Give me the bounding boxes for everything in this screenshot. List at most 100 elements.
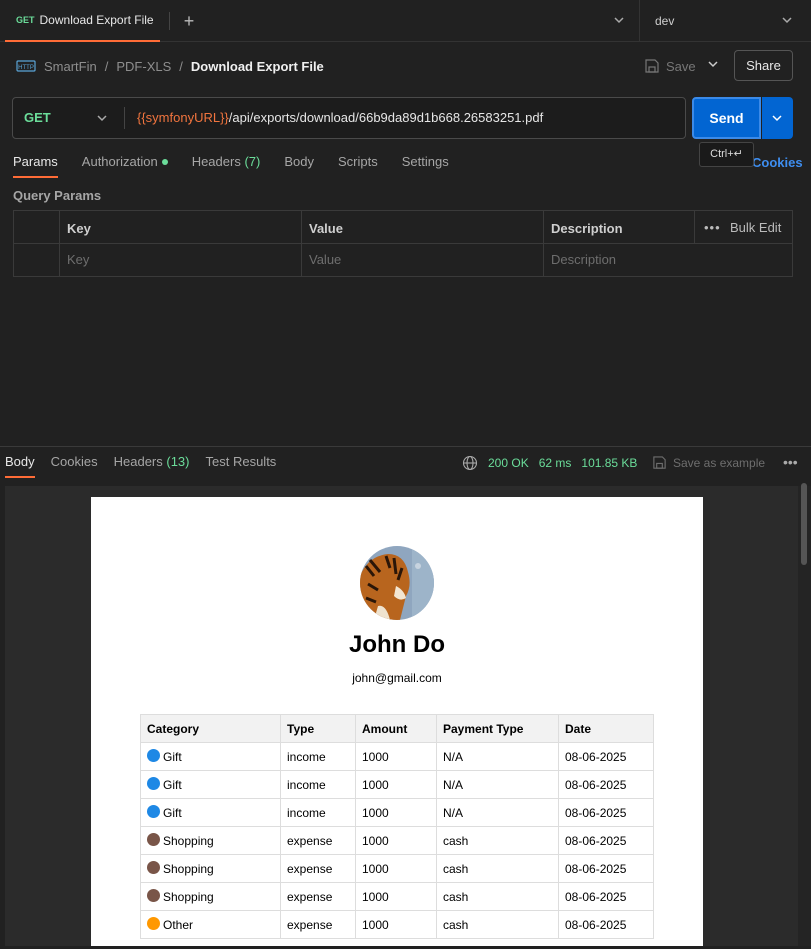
tab-authorization[interactable]: Authorization [82,150,168,178]
new-tab-plus-icon[interactable]: + [181,11,197,31]
query-params-table: Key Key Value Value Description Descript… [13,210,793,277]
url-input[interactable]: {{symfonyURL}}/api/exports/download/66b9… [137,110,543,125]
key-input[interactable]: Key [67,252,89,267]
cell-text: 08-06-2025 [565,749,627,764]
svg-text:HTTP: HTTP [18,65,34,71]
cell-payment: cash [436,826,559,855]
tab-label: Scripts [337,154,378,169]
pane-divider[interactable] [0,446,811,447]
cell-text: 1000 [362,805,389,820]
url-path: /api/exports/download/66b9da89d1b668.265… [228,110,544,125]
url-bar: GET {{symfonyURL}}/api/exports/download/… [12,97,686,139]
cell-text: 08-06-2025 [565,917,627,932]
checkbox-column [14,211,60,276]
cell-amount: 1000 [355,770,437,799]
tab-title: Download Export File [39,13,154,27]
cell-payment: N/A [436,742,559,771]
chevron-down-icon [772,115,782,122]
cell-amount: 1000 [355,882,437,911]
table-header-row: Category Type Amount Payment Type Date [140,714,654,743]
cell-amount: 1000 [355,854,437,883]
profile-email: john@gmail.com [352,671,442,685]
pdf-viewer[interactable]: John Do john@gmail.com Category Type Amo… [5,486,798,946]
cell-text: 1000 [362,861,389,876]
tab-bar: GET Download Export File + dev [0,0,811,42]
save-button[interactable]: Save [644,54,702,78]
bulk-edit-button[interactable]: Bulk Edit [730,220,781,235]
description-header: Description [551,221,623,236]
value-input[interactable]: Value [309,252,341,267]
cell-date: 08-06-2025 [558,854,654,883]
table-row: Gift income 1000 N/A 08-06-2025 [140,742,654,771]
tab-params[interactable]: Params [13,150,58,178]
cell-category: Shopping [140,826,281,855]
send-options-button[interactable] [762,97,793,139]
method-selector[interactable]: GET [24,110,51,125]
method-chevron-down-icon[interactable] [96,112,108,124]
headers-count: (7) [244,154,261,169]
cell-text: cash [443,861,469,876]
cell-amount: 1000 [355,910,437,939]
tab-body[interactable]: Body [284,150,314,178]
tab-label: Body [284,154,314,169]
breadcrumb-current[interactable]: Download Export File [191,59,324,74]
category-color-dot [147,749,160,762]
breadcrumb-folder[interactable]: PDF-XLS [116,59,171,74]
cell-text: 08-06-2025 [565,833,627,848]
response-tab-headers[interactable]: Headers (13) [114,450,190,478]
cell-category: Gift [140,742,281,771]
cell-text: income [287,805,326,820]
tab-settings[interactable]: Settings [402,150,449,178]
more-options-icon[interactable]: ••• [704,220,721,235]
cell-category: Gift [140,770,281,799]
http-request-icon: HTTP [16,60,36,72]
send-shortcut-tooltip: Ctrl+↵ [699,142,754,167]
cell-category: Shopping [140,882,281,911]
cell-text: Gift [163,778,182,792]
status-dot [161,158,168,165]
environment-chevron-down-icon[interactable] [780,13,794,27]
request-tab[interactable]: GET Download Export File [5,0,160,42]
table-row: Gift income 1000 N/A 08-06-2025 [140,770,654,799]
save-options-chevron-icon[interactable] [706,57,720,71]
cell-category: Gift [140,798,281,827]
tab-scripts[interactable]: Scripts [338,150,378,178]
tabs-chevron-down-icon[interactable] [612,13,626,27]
tab-headers[interactable]: Headers (7) [192,150,261,178]
description-input[interactable]: Description [551,252,616,267]
table-row: Shopping expense 1000 cash 08-06-2025 [140,854,654,883]
response-size[interactable]: 101.85 KB [581,456,637,470]
breadcrumb: HTTP SmartFin / PDF-XLS / Download Expor… [16,54,324,78]
globe-icon[interactable] [462,455,478,471]
scrollbar-thumb[interactable] [801,483,807,565]
value-header: Value [309,221,343,236]
tab-label: Headers [113,454,163,469]
tab-label: Cookies [50,454,98,469]
cell-payment: cash [436,882,559,911]
cell-type: expense [280,854,356,883]
response-time[interactable]: 62 ms [539,456,572,470]
column-header: Type [280,714,356,743]
more-options-icon[interactable]: ••• [783,454,798,470]
response-tab-cookies[interactable]: Cookies [51,450,98,478]
cell-text: Gift [163,750,182,764]
cell-date: 08-06-2025 [558,742,654,771]
cell-date: 08-06-2025 [558,826,654,855]
breadcrumb-separator: / [104,58,109,74]
status-code[interactable]: 200 OK [488,456,529,470]
cell-text: 08-06-2025 [565,889,627,904]
divider [169,12,170,30]
breadcrumb-collection[interactable]: SmartFin [44,59,97,74]
key-header: Key [67,221,91,236]
cell-text: expense [287,889,333,904]
response-tab-test-results[interactable]: Test Results [206,450,277,478]
category-color-dot [147,833,160,846]
send-button[interactable]: Send [692,97,761,139]
save-as-example-button[interactable]: Save as example [652,455,765,470]
response-tab-body[interactable]: Body [5,450,35,478]
cookies-link[interactable]: Cookies [752,155,803,170]
share-button[interactable]: Share [734,50,793,81]
key-column: Key Key [60,211,302,276]
divider [694,211,695,243]
cell-text: N/A [443,749,464,764]
